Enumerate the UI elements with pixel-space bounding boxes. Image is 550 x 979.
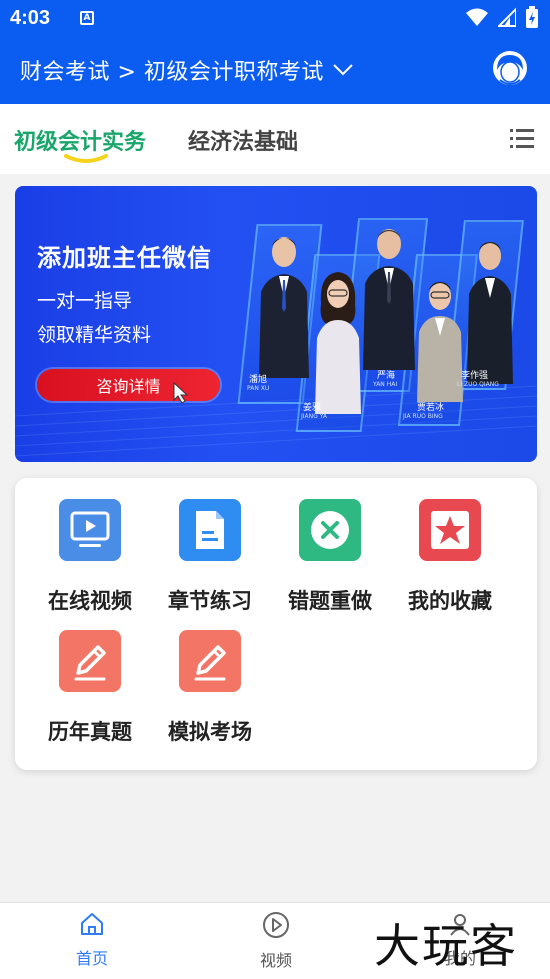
status-icons bbox=[466, 6, 538, 28]
teacher-name-en: JIA RUO BING bbox=[403, 413, 443, 420]
teacher-name-en: PAN XU bbox=[247, 385, 270, 392]
feature-label: 在线视频 bbox=[48, 589, 132, 613]
wifi-icon bbox=[466, 8, 488, 26]
error-redo-icon bbox=[299, 499, 361, 561]
watermark: 大玩客 bbox=[374, 919, 518, 973]
signal-icon bbox=[498, 7, 516, 27]
teacher-name: 潘旭 bbox=[249, 375, 268, 385]
notification-icon: A bbox=[80, 11, 95, 25]
feature-past-exams[interactable]: 历年真题 bbox=[30, 630, 150, 746]
banner-title: 添加班主任微信 bbox=[37, 244, 212, 272]
teacher-photo bbox=[259, 237, 309, 378]
tab-economic-law[interactable]: 经济法基础 bbox=[188, 124, 298, 156]
teacher-name: 姜雅 bbox=[303, 403, 322, 413]
feature-label: 章节练习 bbox=[168, 589, 252, 613]
teacher-name: 贾若冰 bbox=[417, 403, 445, 413]
nav-label: 视频 bbox=[259, 951, 292, 970]
feature-grid: 在线视频 章节练习 错题重做 我的收藏 历年真题 模拟考场 bbox=[15, 478, 537, 770]
active-tab-indicator bbox=[64, 154, 108, 163]
document-icon bbox=[179, 499, 241, 561]
feature-error-redo[interactable]: 错题重做 bbox=[270, 499, 390, 615]
teacher-name: 李作强 bbox=[461, 371, 489, 381]
consult-button[interactable]: 咨询详情 bbox=[37, 369, 220, 401]
teacher-photo bbox=[467, 242, 513, 384]
feature-chapter-practice[interactable]: 章节练习 bbox=[150, 499, 270, 615]
feature-online-video[interactable]: 在线视频 bbox=[30, 499, 150, 615]
feature-mock-exam[interactable]: 模拟考场 bbox=[150, 630, 270, 746]
teacher-photo bbox=[315, 272, 361, 414]
cursor-icon bbox=[173, 382, 189, 404]
feature-label: 错题重做 bbox=[288, 589, 372, 613]
status-time: 4:03 bbox=[10, 6, 51, 29]
teacher-name-en: LI ZUO QIANG bbox=[457, 381, 499, 388]
pencil-icon bbox=[179, 630, 241, 692]
teacher-name-en: JIANG YA bbox=[301, 413, 327, 420]
app-header: 财会考试 > 初级会计职称考试 bbox=[0, 36, 550, 104]
banner-subtitle-1: 一对一指导 bbox=[37, 290, 133, 312]
feature-my-favorites[interactable]: 我的收藏 bbox=[390, 499, 510, 615]
nav-home[interactable]: 首页 bbox=[52, 911, 132, 969]
feature-label: 历年真题 bbox=[48, 720, 132, 744]
nav-label: 首页 bbox=[75, 949, 108, 968]
battery-icon bbox=[526, 6, 538, 28]
teacher-name: 严海 bbox=[377, 371, 396, 381]
play-icon bbox=[263, 912, 289, 938]
menu-icon[interactable] bbox=[510, 128, 534, 148]
teacher-photo bbox=[363, 229, 415, 370]
promo-banner[interactable]: 添加班主任微信 一对一指导 领取精华资料 咨询详情 潘旭 PAN XU 姜雅 J… bbox=[15, 186, 537, 462]
feature-label: 我的收藏 bbox=[408, 589, 492, 613]
status-bar: 4:03 A bbox=[0, 0, 550, 36]
video-icon bbox=[59, 499, 121, 561]
exam-category-selector[interactable]: 财会考试 > 初级会计职称考试 bbox=[20, 54, 324, 86]
avatar[interactable] bbox=[492, 50, 528, 86]
teacher-name-en: YAN HAI bbox=[373, 381, 398, 388]
star-icon bbox=[419, 499, 481, 561]
chevron-down-icon[interactable] bbox=[332, 63, 354, 77]
home-icon bbox=[81, 913, 103, 935]
nav-video[interactable]: 视频 bbox=[236, 911, 316, 971]
feature-label: 模拟考场 bbox=[168, 720, 252, 744]
banner-subtitle-2: 领取精华资料 bbox=[37, 324, 152, 346]
pencil-icon bbox=[59, 630, 121, 692]
